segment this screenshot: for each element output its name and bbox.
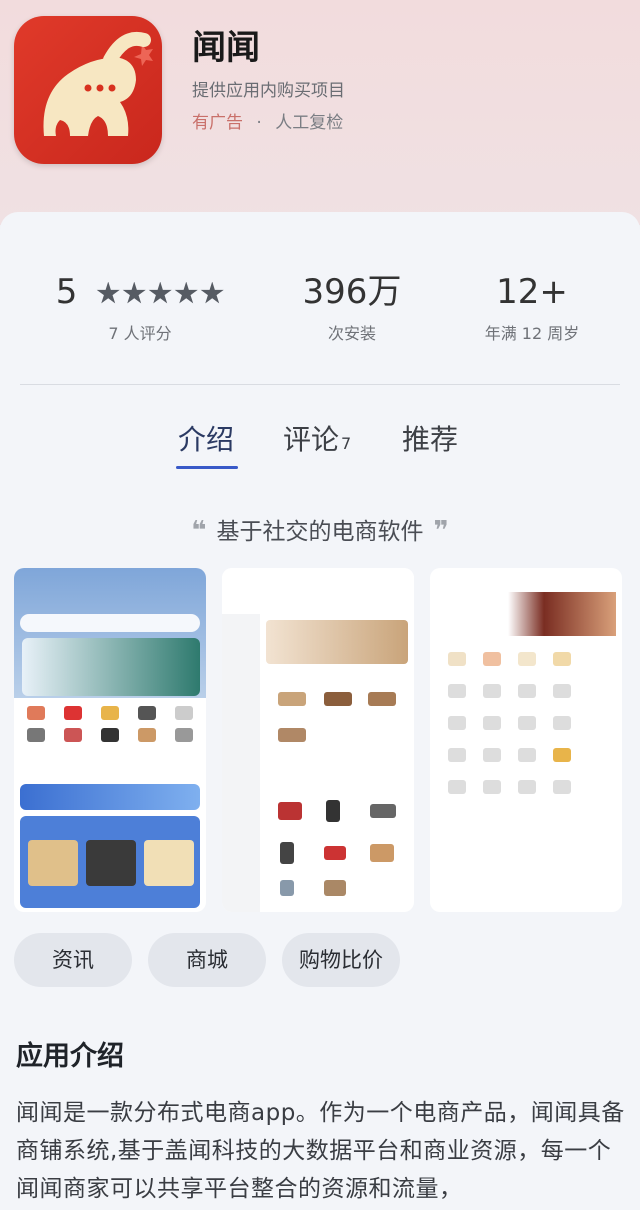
elephant-logo-icon [43,32,153,136]
installs-stat: 396万 次安装 [252,270,452,344]
screenshot-1-hero [22,638,200,696]
meta-separator: · [256,113,262,133]
rating-value: 5 [55,272,78,312]
screenshot-1-search [20,614,200,632]
screenshot-2-items-a [270,678,406,748]
screenshot-1[interactable] [14,568,206,912]
screenshot-3-icons [444,652,610,794]
screenshot-1-products [20,816,200,908]
intro-body: 闻闻是一款分布式电商app。作为一个电商产品，闻闻具备商铺系统,基于盖闻科技的大… [16,1100,625,1202]
screenshot-2-sidebar [222,614,260,912]
app-name: 闻闻 [192,28,260,68]
screenshot-1-categories [22,706,198,742]
screenshot-2-banner [266,620,408,664]
tab-reviews-label: 评论 [283,423,340,456]
app-icon[interactable] [14,16,162,164]
age-caption: 年满 12 周岁 [484,324,580,343]
rating-stars [96,281,224,306]
tab-active-indicator [176,466,238,469]
rating-caption: 7 人评分 [108,324,172,343]
installs-value: 396万 [302,272,402,312]
screenshot-2-items-b [270,788,406,898]
tab-reviews[interactable]: 评论 7 [283,418,351,458]
star-icon [200,281,224,304]
star-icon [174,281,198,304]
ad-label: 有广告 [192,113,243,133]
screenshot-2-header [222,568,414,608]
tab-intro[interactable]: 介绍 [178,418,234,458]
star-icon [148,281,172,304]
app-subtitle: 提供应用内购买项目 [192,81,345,101]
tab-reviews-count: 7 [341,434,352,453]
app-meta: 有广告 · 人工复检 [192,108,343,133]
divider [20,384,620,385]
age-stat: 12+ 年满 12 周岁 [432,270,632,344]
tag-chip-mall[interactable]: 商城 [148,933,266,987]
app-header: 闻闻 提供应用内购买项目 有广告 · 人工复检 [0,0,640,225]
tab-bar: 介绍 评论 7 推荐 [0,418,640,474]
tag-chip-compare-label: 购物比价 [299,948,383,972]
tagline: ❝ 基于社交的电商软件 ❞ [0,512,640,546]
open-quote-icon: ❝ [191,516,207,546]
installs-caption: 次安装 [327,324,376,343]
age-value: 12+ [496,272,568,312]
rating-row: 5 [40,270,240,314]
tab-recommend-label: 推荐 [402,423,459,456]
star-icon [122,281,146,304]
star-icon [96,281,120,304]
screenshot-3[interactable] [430,568,622,912]
rating-stat[interactable]: 5 7 人评分 [40,270,240,344]
close-quote-icon: ❞ [433,516,449,546]
tab-recommend[interactable]: 推荐 [402,418,458,458]
tag-chip-news-label: 资讯 [52,948,94,972]
screenshot-2[interactable] [222,568,414,912]
tag-chip-mall-label: 商城 [186,948,228,972]
tagline-text: 基于社交的电商软件 [216,519,424,545]
tag-chip-compare[interactable]: 购物比价 [282,933,400,987]
screenshot-1-promo [20,784,200,810]
tag-chip-news[interactable]: 资讯 [14,933,132,987]
review-label: 人工复检 [275,113,344,133]
screenshot-3-banner [436,592,616,636]
tab-intro-label: 介绍 [178,423,235,456]
intro-title: 应用介绍 [16,1041,124,1072]
